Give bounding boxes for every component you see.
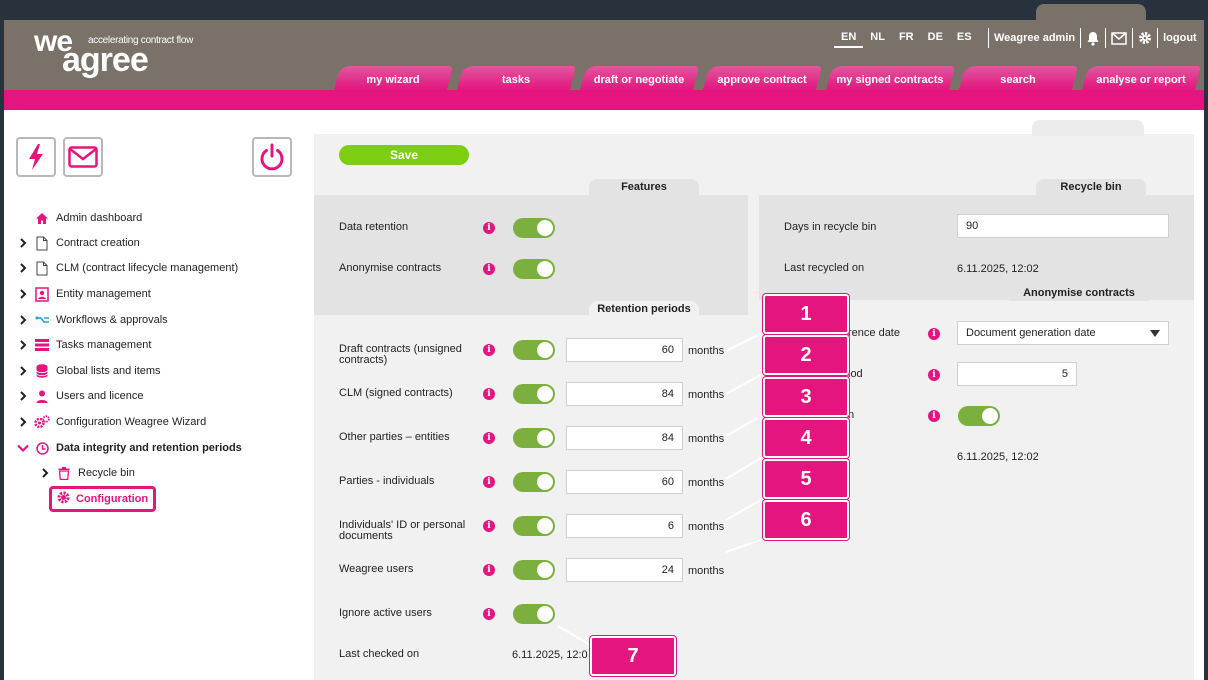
callout-4: 4	[763, 418, 849, 458]
callout-3: 3	[763, 377, 849, 417]
callout-leaders	[557, 330, 767, 647]
callout-5: 5	[763, 459, 849, 499]
callout-2: 2	[763, 335, 849, 375]
callout-1: 1	[763, 294, 849, 334]
callout-6: 6	[763, 500, 849, 540]
callout-7: 7	[590, 636, 676, 676]
